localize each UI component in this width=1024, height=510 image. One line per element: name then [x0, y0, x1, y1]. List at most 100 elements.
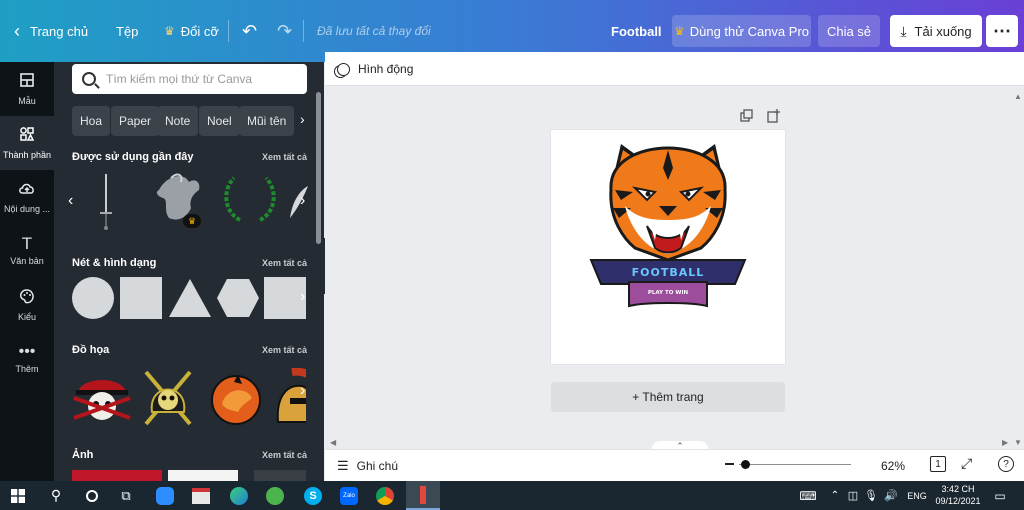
canvas-scrollbar-up[interactable]: ▲ — [1014, 92, 1022, 101]
redo-icon[interactable]: ↷ — [277, 0, 292, 62]
share-button[interactable]: Chia sẻ — [818, 15, 880, 47]
chevron-right-icon[interactable]: › — [300, 192, 305, 210]
chevron-right-icon[interactable]: › — [300, 288, 305, 306]
chip-paper[interactable]: Paper — [111, 106, 160, 136]
more-options-icon[interactable]: ⋯ — [986, 15, 1018, 47]
template-icon — [19, 72, 35, 92]
active-app-icon[interactable] — [406, 481, 440, 510]
rail-item-uploads[interactable]: Nội dung ... — [0, 170, 54, 224]
network-icon[interactable]: ◫ — [846, 481, 860, 510]
app-green-icon[interactable] — [262, 481, 288, 510]
chip-noel[interactable]: Noel — [199, 106, 240, 136]
chip-hoa[interactable]: Hoa — [72, 106, 111, 136]
clock[interactable]: 3:42 CH 09/12/2021 — [934, 483, 982, 509]
chip-arrow[interactable]: Mũi tên — [239, 106, 295, 136]
add-page-button[interactable]: + Thêm trang — [551, 382, 785, 412]
recent-item-sword[interactable] — [94, 172, 118, 232]
help-icon[interactable]: ? — [998, 456, 1014, 472]
see-all-recent[interactable]: Xem tất cả — [262, 152, 307, 162]
download-button[interactable]: ⤓ Tải xuống — [890, 15, 982, 47]
duplicate-page-icon[interactable] — [740, 109, 754, 123]
ribbon-text: PLAY TO WIN — [648, 290, 689, 296]
see-all-shapes[interactable]: Xem tất cả — [262, 258, 307, 268]
office-app-icon[interactable] — [188, 481, 214, 510]
edge-icon[interactable] — [226, 481, 252, 510]
shape-triangle[interactable] — [168, 277, 212, 319]
download-label: Tải xuống — [914, 23, 972, 39]
recent-item-pegasus[interactable]: ♛ — [149, 170, 207, 230]
home-button[interactable]: ‹ Trang chủ — [14, 0, 88, 62]
resize-button[interactable]: ♛ Đổi cỡ — [164, 0, 219, 62]
reaper-skull-icon — [144, 370, 192, 426]
canvas-scrollbar-right[interactable]: ▶ — [1002, 438, 1008, 447]
editor-toolbar: Hình động — [325, 52, 1024, 86]
notes-button[interactable]: ☰ Ghi chú — [337, 458, 398, 474]
page-count-button[interactable]: 1 — [930, 456, 946, 472]
notification-icon[interactable]: ▭ — [990, 481, 1010, 510]
rail-label: Mẫu — [18, 96, 36, 106]
rail-item-text[interactable]: T Văn bản — [0, 224, 54, 278]
zoom-app-icon[interactable] — [152, 481, 178, 510]
tray-chevron-icon[interactable]: ⌃ — [828, 481, 842, 510]
rail-item-elements[interactable]: Thành phần — [0, 116, 54, 170]
recent-item-laurel[interactable] — [220, 174, 280, 226]
canvas-scrollbar-down[interactable]: ▼ — [1014, 438, 1022, 447]
animate-label: Hình động — [358, 62, 414, 76]
chevron-right-icon[interactable]: › — [300, 111, 305, 127]
see-all-graphics[interactable]: Xem tất cả — [262, 345, 307, 355]
keyboard-icon[interactable]: ⌨ — [798, 481, 818, 510]
zoom-slider[interactable] — [725, 456, 855, 474]
zoom-knob[interactable] — [740, 460, 750, 469]
cortana-icon[interactable] — [78, 481, 106, 510]
graphic-reaper[interactable] — [138, 366, 198, 428]
notes-label: Ghi chú — [356, 459, 399, 473]
side-rail: Mẫu Thành phần Nội dung ... T Văn bản Ki… — [0, 62, 54, 482]
more-icon: ••• — [18, 343, 36, 360]
zalo-label: Zalo — [340, 486, 358, 505]
chrome-icon[interactable] — [372, 481, 398, 510]
zalo-icon[interactable]: Zalo — [336, 481, 362, 510]
rail-item-more[interactable]: ••• Thêm — [0, 332, 54, 386]
add-page-icon[interactable] — [767, 109, 781, 123]
chevron-left-icon[interactable]: ‹ — [68, 192, 73, 210]
canvas-scrollbar-left[interactable]: ◀ — [330, 438, 336, 447]
fullscreen-icon[interactable]: ⤢ — [961, 455, 972, 472]
language-indicator[interactable]: ENG — [905, 481, 929, 510]
rail-item-templates[interactable]: Mẫu — [0, 62, 54, 116]
animate-button[interactable]: Hình động — [337, 61, 413, 77]
skype-icon[interactable]: S — [300, 481, 326, 510]
search-icon — [82, 72, 96, 86]
rail-item-styles[interactable]: Kiểu — [0, 278, 54, 332]
try-pro-button[interactable]: ♛ Dùng thử Canva Pro — [672, 15, 811, 47]
graphic-dragon[interactable] — [208, 368, 264, 426]
shape-square[interactable] — [120, 277, 162, 319]
home-label: Trang chủ — [30, 23, 89, 39]
file-menu[interactable]: Tệp — [116, 0, 138, 62]
zoom-value[interactable]: 62% — [881, 459, 905, 473]
shape-hexagon[interactable] — [216, 277, 260, 319]
section-title-recent: Được sử dụng gần đây — [72, 151, 194, 163]
canva-app: { "topbar": { "home": "Trang chủ", "file… — [0, 0, 1024, 510]
volume-icon[interactable]: 🔊 — [884, 481, 898, 510]
search-box[interactable] — [72, 64, 307, 94]
microphone-icon[interactable]: 🎙 — [864, 481, 878, 510]
chevron-right-icon[interactable]: › — [300, 382, 305, 400]
shape-circle[interactable] — [72, 277, 114, 319]
recent-item-feather[interactable] — [286, 182, 310, 222]
page-count: 1 — [935, 458, 941, 470]
tiger-logo: FOOTBALL PLAY TO WIN — [589, 144, 747, 308]
divider — [303, 20, 304, 42]
see-all-photos[interactable]: Xem tất cả — [262, 450, 307, 460]
windows-start-icon[interactable] — [4, 481, 32, 510]
search-icon[interactable]: ⚲ — [42, 481, 70, 510]
undo-icon[interactable]: ↶ — [242, 0, 257, 62]
animate-icon — [337, 62, 350, 76]
zoom-out-icon[interactable] — [725, 463, 734, 465]
search-input[interactable] — [106, 72, 296, 86]
panel-scrollbar[interactable] — [316, 92, 321, 244]
design-page[interactable]: FOOTBALL PLAY TO WIN — [551, 130, 785, 364]
graphic-pirate-skull[interactable] — [72, 368, 132, 426]
feather-icon — [290, 186, 308, 218]
task-view-icon[interactable]: ⧉ — [112, 481, 140, 510]
chip-note[interactable]: Note — [157, 106, 199, 136]
